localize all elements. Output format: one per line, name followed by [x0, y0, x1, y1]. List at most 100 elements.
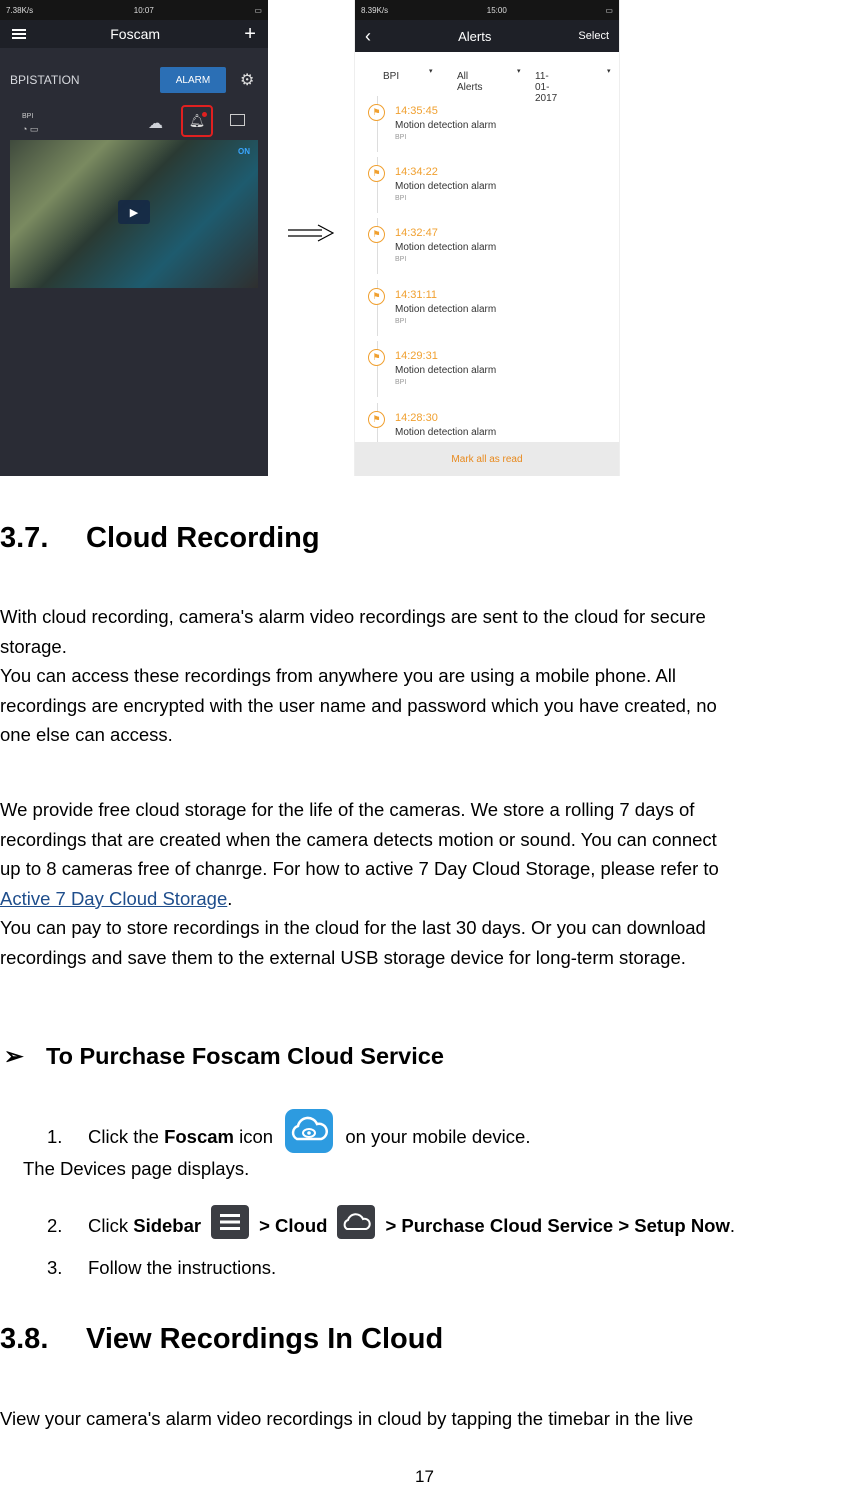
step-text: Click: [88, 1215, 134, 1236]
step-bold-text: Sidebar: [133, 1215, 202, 1236]
alarm-button[interactable]: ALARM: [160, 67, 226, 93]
list-item[interactable]: ⚑ 14:31:11 Motion detection alarm BPI: [355, 280, 619, 336]
filter-bar: BPI ▾ All Alerts ▾ 11-01-2017 ▾: [383, 68, 611, 104]
chevron-down-icon: ▾: [429, 68, 433, 75]
mark-all-read-button[interactable]: Mark all as read: [355, 442, 619, 476]
text-line: storage.: [0, 635, 67, 657]
gear-icon[interactable]: ⚙: [240, 70, 254, 90]
cloud-icon[interactable]: ☁: [148, 114, 163, 132]
status-time: 10:07: [133, 5, 154, 15]
text-line: up to 8 cameras free of chanrge. For how…: [0, 858, 719, 879]
bullet-arrow-icon: ➢: [4, 1043, 24, 1069]
alert-description: Motion detection alarm: [395, 120, 497, 131]
alerts-screenshot: 8.39K/s 15:00 ▭ ‹ Alerts Select BPI ▾ Al…: [354, 0, 620, 476]
status-network-speed: 7.38K/s: [6, 5, 34, 15]
foscam-cloud-icon: [285, 1109, 334, 1153]
alert-bell-button[interactable]: 🔔︎: [181, 105, 213, 137]
text-line: one else can access.: [0, 724, 173, 745]
step-text: on your mobile device.: [340, 1125, 531, 1147]
status-network-speed: 8.39K/s: [361, 5, 389, 15]
notification-dot: [202, 112, 207, 117]
alert-device: BPI: [395, 256, 407, 263]
paragraph-cloud-storage: We provide free cloud storage for the li…: [0, 795, 849, 972]
add-icon[interactable]: +: [244, 23, 256, 46]
section-title: Cloud Recording: [86, 522, 320, 554]
text-line: With cloud recording, camera's alarm vid…: [0, 606, 706, 627]
step-bold-text: Foscam: [164, 1125, 234, 1147]
text-line: Active 7 Day Cloud Storage.: [0, 887, 233, 909]
step-3: 3. Follow the instructions.: [47, 1257, 276, 1279]
step-1: 1. Click the Foscam icon on your mobile d…: [47, 1109, 531, 1154]
list-item[interactable]: ⚑ 14:34:22 Motion detection alarm BPI: [355, 157, 619, 213]
list-item[interactable]: ⚑ 14:29:31 Motion detection alarm BPI: [355, 341, 619, 397]
paragraph-cloud-intro: With cloud recording, camera's alarm vid…: [0, 602, 849, 750]
video-status: ON: [238, 147, 250, 156]
alerts-title: Alerts: [458, 28, 492, 44]
alerts-header: ‹ Alerts Select: [355, 20, 619, 52]
chevron-down-icon: ▾: [607, 68, 611, 75]
device-row: BPISTATION ALARM ⚙: [0, 58, 268, 102]
step-number: 2.: [47, 1215, 63, 1236]
alert-time: 14:34:22: [395, 166, 438, 178]
menu-icon[interactable]: [12, 29, 26, 39]
list-item[interactable]: ⚑ 14:32:47 Motion detection alarm BPI: [355, 218, 619, 274]
alert-time: 14:35:45: [395, 105, 438, 117]
cloud-storage-link[interactable]: Active 7 Day Cloud Storage: [0, 888, 227, 909]
step-number: 3.: [47, 1257, 63, 1278]
page-number: 17: [415, 1467, 434, 1486]
motion-icon: ⚑: [368, 226, 385, 243]
battery-icon: ▭: [254, 5, 262, 15]
section-number: 3.7.: [0, 522, 49, 554]
text-line: recordings that are created when the cam…: [0, 828, 717, 850]
motion-icon: ⚑: [368, 104, 385, 121]
step-1-note: The Devices page displays.: [23, 1158, 250, 1179]
paragraph-view-recordings: View your camera's alarm video recording…: [0, 1408, 694, 1429]
text-line: recordings are encrypted with the user n…: [0, 694, 717, 716]
wifi-icon: ◔ ▭: [22, 124, 39, 134]
text-line: recordings and save them to the external…: [0, 946, 686, 968]
section-heading-3-8: 3.8. View Recordings In Cloud: [0, 1323, 443, 1356]
alert-time: 14:32:47: [395, 227, 438, 239]
device-name: BPISTATION: [10, 73, 80, 87]
step-text: Follow the instructions.: [88, 1257, 277, 1278]
alert-device: BPI: [395, 195, 407, 202]
arrow-icon: [288, 224, 334, 242]
step-text: icon: [234, 1125, 279, 1147]
status-bar: 8.39K/s 15:00 ▭: [355, 0, 619, 20]
alert-description: Motion detection alarm: [395, 181, 497, 192]
select-button[interactable]: Select: [578, 30, 609, 42]
alert-description: Motion detection alarm: [395, 427, 497, 438]
list-item[interactable]: ⚑ 14:35:45 Motion detection alarm BPI: [355, 96, 619, 152]
foscam-devices-screenshot: 7.38K/s 10:07 ▭ Foscam + BPISTATION ALAR…: [0, 0, 268, 476]
motion-icon: ⚑: [368, 288, 385, 305]
text-line: You can access these recordings from any…: [0, 665, 676, 686]
purchase-heading: ➢ To Purchase Foscam Cloud Service: [4, 1042, 444, 1070]
step-bold-text: > Purchase Cloud Service > Setup Now: [385, 1215, 730, 1236]
section-title: View Recordings In Cloud: [86, 1323, 444, 1355]
alert-description: Motion detection alarm: [395, 304, 497, 315]
app-header: Foscam +: [0, 20, 268, 48]
alert-time: 14:29:31: [395, 350, 438, 362]
alert-device: BPI: [395, 134, 407, 141]
video-preview[interactable]: ON ▶: [10, 140, 258, 288]
chevron-down-icon: ▾: [517, 68, 521, 75]
back-icon[interactable]: ‹: [365, 26, 371, 47]
alert-time: 14:31:11: [395, 289, 438, 301]
step-bold-text: > Cloud: [259, 1215, 328, 1236]
motion-icon: ⚑: [368, 165, 385, 182]
text-line: We provide free cloud storage for the li…: [0, 799, 695, 820]
alert-time: 14:28:30: [395, 412, 438, 424]
step-text: Click the: [88, 1125, 165, 1147]
alert-device: BPI: [395, 379, 407, 386]
play-icon[interactable]: ▶: [118, 200, 150, 224]
purchase-title: To Purchase Foscam Cloud Service: [46, 1043, 444, 1069]
motion-icon: ⚑: [368, 349, 385, 366]
image-icon[interactable]: [230, 114, 245, 126]
alert-description: Motion detection alarm: [395, 365, 497, 376]
step-2: 2. Click Sidebar > Cloud > Purchase Cloud…: [47, 1205, 735, 1240]
alert-description: Motion detection alarm: [395, 242, 497, 253]
section-number: 3.8.: [0, 1323, 49, 1355]
status-bar: 7.38K/s 10:07 ▭: [0, 0, 268, 20]
motion-icon: ⚑: [368, 411, 385, 428]
step-number: 1.: [47, 1125, 63, 1147]
